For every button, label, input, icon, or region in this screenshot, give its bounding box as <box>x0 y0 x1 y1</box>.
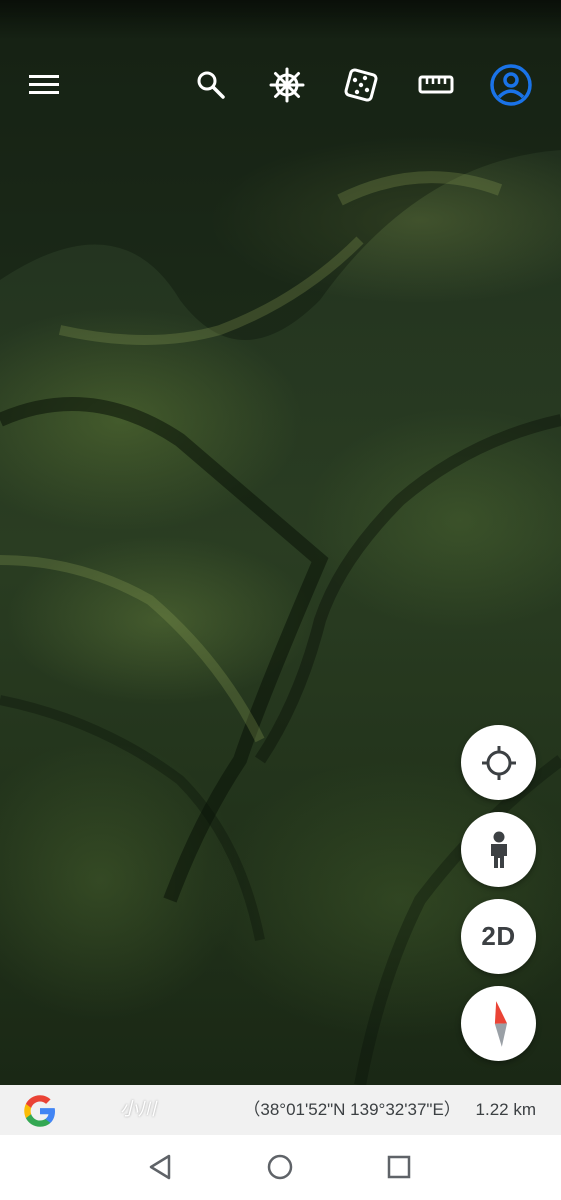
search-button[interactable] <box>181 55 241 115</box>
scale-text: 1.22 km <box>475 1100 536 1119</box>
coordinates-text: （38°01'52"N 139°32'37"E） <box>243 1100 461 1119</box>
voyager-button[interactable] <box>257 55 317 115</box>
google-logo-icon <box>24 1095 55 1127</box>
account-icon <box>490 64 532 106</box>
crosshair-icon <box>481 745 516 780</box>
account-button[interactable] <box>481 55 541 115</box>
back-button[interactable] <box>140 1147 180 1187</box>
compass-button[interactable] <box>461 986 536 1061</box>
measure-button[interactable] <box>406 55 466 115</box>
recents-button[interactable] <box>379 1147 419 1187</box>
my-location-button[interactable] <box>461 725 536 800</box>
status-bar <box>0 0 561 40</box>
compass-icon <box>494 1000 507 1047</box>
home-button[interactable] <box>260 1147 300 1187</box>
coordinates-readout: （38°01'52"N 139°32'37"E） 1.22 km <box>233 1085 536 1135</box>
ruler-icon <box>418 75 454 94</box>
view-mode-label: 2D <box>481 921 516 951</box>
back-icon <box>149 1154 171 1180</box>
system-navigation-bar <box>0 1135 561 1200</box>
dice-icon <box>344 68 378 102</box>
home-icon <box>267 1154 293 1180</box>
pegman-icon <box>490 831 507 868</box>
recents-icon <box>387 1155 411 1179</box>
view-mode-toggle-button[interactable]: 2D <box>461 899 536 974</box>
map-label-text: 小川 <box>120 1099 156 1119</box>
top-toolbar <box>0 55 561 115</box>
menu-icon <box>29 75 59 94</box>
map-info-bar: 小川 （38°01'52"N 139°32'37"E） 1.22 km <box>0 1085 561 1135</box>
street-view-button[interactable] <box>461 812 536 887</box>
voyager-wheel-icon <box>269 67 305 103</box>
menu-button[interactable] <box>14 55 74 115</box>
random-feeling-lucky-button[interactable] <box>331 55 391 115</box>
search-icon <box>197 71 225 99</box>
